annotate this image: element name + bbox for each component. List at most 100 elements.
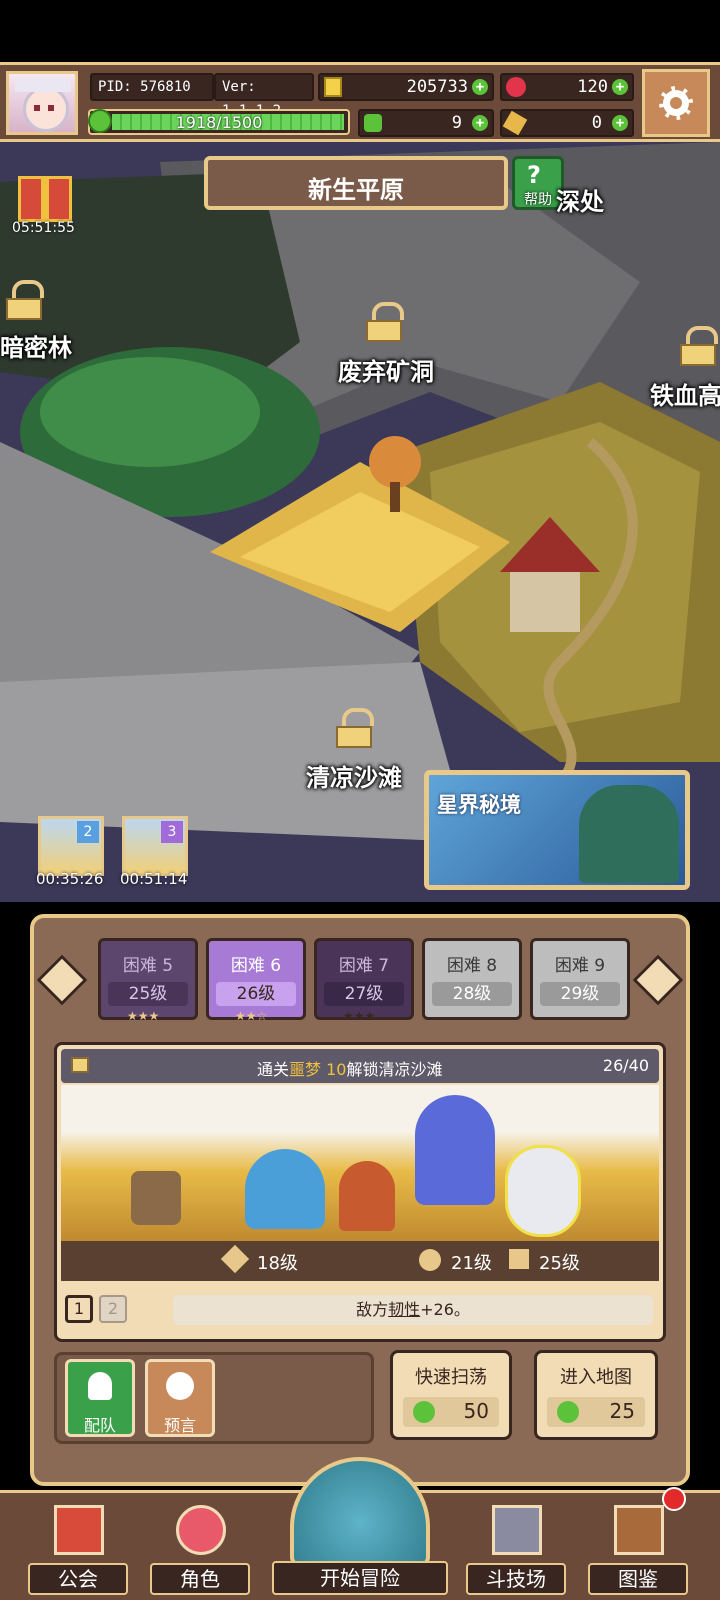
version-label: Ver: 1.1.1.2 [214,73,314,119]
add-gold-button[interactable]: + [472,79,488,95]
question-icon: ? [527,161,541,189]
difficulty-label: 困难 5 [122,956,174,976]
lock-icon [366,302,404,342]
unlock-bar: 通关噩梦 10解锁清凉沙滩 26/40 [61,1049,659,1083]
clover-counter: 9 + [358,109,494,137]
difficulty-card-locked[interactable]: 困难 8 28级 [422,938,522,1020]
next-difficulty-arrow-icon[interactable] [632,954,684,1006]
reward-chest-1[interactable]: 2 [38,816,104,876]
enemy-barrel [131,1171,181,1225]
stars-icon: ★★★ [343,1009,376,1023]
chest-timer-1: 00:35:26 [36,870,104,888]
globe-magnifier-icon [290,1457,430,1567]
difficulty-card[interactable]: 困难 7 27级 ★★★ [314,938,414,1023]
gold-value: 205733 [406,77,468,97]
requirement-level-1: 18级 [257,1253,298,1274]
difficulty-level: 29级 [540,982,620,1006]
quick-sweep-cost: 50 [463,1399,489,1423]
wave-tab-1[interactable]: 1 [65,1295,93,1323]
difficulty-label: 困难 8 [446,956,498,976]
prophecy-button[interactable]: 预言 [145,1359,215,1437]
crossed-swords-icon [492,1505,542,1555]
difficulty-card-selected[interactable]: 困难 6 26级 ★★☆ [206,938,306,1023]
player-avatar[interactable] [6,71,78,135]
enemy-slime [245,1149,325,1229]
star-realm-banner[interactable]: 星界秘境 [424,770,690,890]
bottom-nav: 公会 角色 开始冒险 斗技场 图鉴 [0,1457,720,1600]
exp-text: 1918/1500 [175,113,263,132]
stage-preview [61,1085,659,1241]
star-realm-character [579,785,679,883]
location-label-iron-blood[interactable]: 铁血高 [650,376,720,411]
player-hero [505,1145,581,1237]
unlock-text: 通关噩梦 10解锁清凉沙滩 [257,1060,443,1079]
region-title: 新生平原 [308,176,404,204]
prev-difficulty-arrow-icon[interactable] [36,954,88,1006]
gem-counter: 120 + [500,73,634,101]
quick-sweep-button[interactable]: 快速扫荡 50 [390,1350,512,1440]
lock-icon [6,280,44,320]
reward-chest-2[interactable]: 3 [122,816,188,876]
status-bar [0,0,720,62]
ticket-icon [502,110,528,136]
world-map[interactable]: 新生平原 ? 帮助 深处 05:51:55 暗密林 废弃矿洞 铁血高 清凉沙滩 … [0,142,720,902]
location-label-dark-forest[interactable]: 暗密林 [0,328,72,363]
enemy-modifier: 敌方韧性+26。 [173,1295,653,1325]
enter-map-cost: 25 [609,1399,635,1423]
team-button[interactable]: 配队 [65,1359,135,1437]
gem-value: 120 [577,77,608,97]
nav-adventure-label: 开始冒险 [272,1561,448,1595]
cost-box: 50 [403,1397,499,1427]
nav-arena-label: 斗技场 [466,1563,566,1595]
add-clover-button[interactable]: + [472,115,488,131]
clover-icon [413,1401,435,1423]
location-label-deep[interactable]: 深处 [556,182,604,217]
difficulty-level: 26级 [216,982,296,1006]
difficulty-card[interactable]: 困难 5 25级 ★★★ [98,938,198,1023]
notification-dot [662,1487,686,1511]
difficulty-level: 27级 [324,982,404,1006]
gift-icon[interactable] [18,176,72,222]
quick-actions: 配队 预言 [54,1352,374,1444]
clover-value: 9 [451,113,462,133]
nav-adventure[interactable]: 开始冒险 [272,1451,448,1597]
stars-icon: ★★☆ [235,1009,268,1023]
team-label: 配队 [83,1416,116,1435]
lock-icon [71,1057,89,1073]
nav-codex[interactable]: 图鉴 [588,1487,688,1597]
sword-icon [220,1244,250,1274]
region-title-banner[interactable]: 新生平原 [204,156,508,210]
stage-panel: 困难 5 25级 ★★★ 困难 6 26级 ★★☆ 困难 7 27级 ★★★ 困… [30,914,690,1486]
nav-arena[interactable]: 斗技场 [466,1497,566,1597]
nav-character[interactable]: 角色 [150,1497,250,1597]
exp-bar: 1918/1500 [88,109,350,135]
difficulty-label: 困难 7 [338,956,390,976]
chest-badge: 3 [161,821,183,843]
stage-card: 通关噩梦 10解锁清凉沙滩 26/40 18级 21级 25级 1 2 敌方韧性… [54,1042,666,1342]
character-portrait-icon [176,1505,226,1555]
location-label-abandoned-mine[interactable]: 废弃矿洞 [338,352,434,387]
chest-timer-2: 00:51:14 [120,870,188,888]
enter-map-button[interactable]: 进入地图 25 [534,1350,658,1440]
team-icon [88,1372,112,1400]
nav-guild[interactable]: 公会 [28,1497,128,1597]
stage-progress: 26/40 [602,1056,649,1075]
add-gem-button[interactable]: + [612,79,628,95]
prophecy-label: 预言 [163,1416,196,1435]
difficulty-level: 25级 [108,982,188,1006]
chest-badge: 2 [77,821,99,843]
book-icon [614,1505,664,1555]
clover-icon [364,114,382,132]
gear-icon [659,86,693,120]
difficulty-label: 困难 6 [230,956,282,976]
guild-house-icon [54,1505,104,1555]
wave-tab-2[interactable]: 2 [99,1295,127,1323]
location-label-cool-beach[interactable]: 清凉沙滩 [306,758,402,793]
gold-coin-icon [324,77,342,97]
add-ticket-button[interactable]: + [612,115,628,131]
top-header: PID: 576810 Ver: 1.1.1.2 205733 + 120 + … [0,62,720,142]
difficulty-card-locked[interactable]: 困难 9 29级 [530,938,630,1020]
requirement-level-3: 25级 [539,1253,580,1274]
enemy-golem [339,1161,395,1231]
settings-button[interactable] [642,69,710,137]
